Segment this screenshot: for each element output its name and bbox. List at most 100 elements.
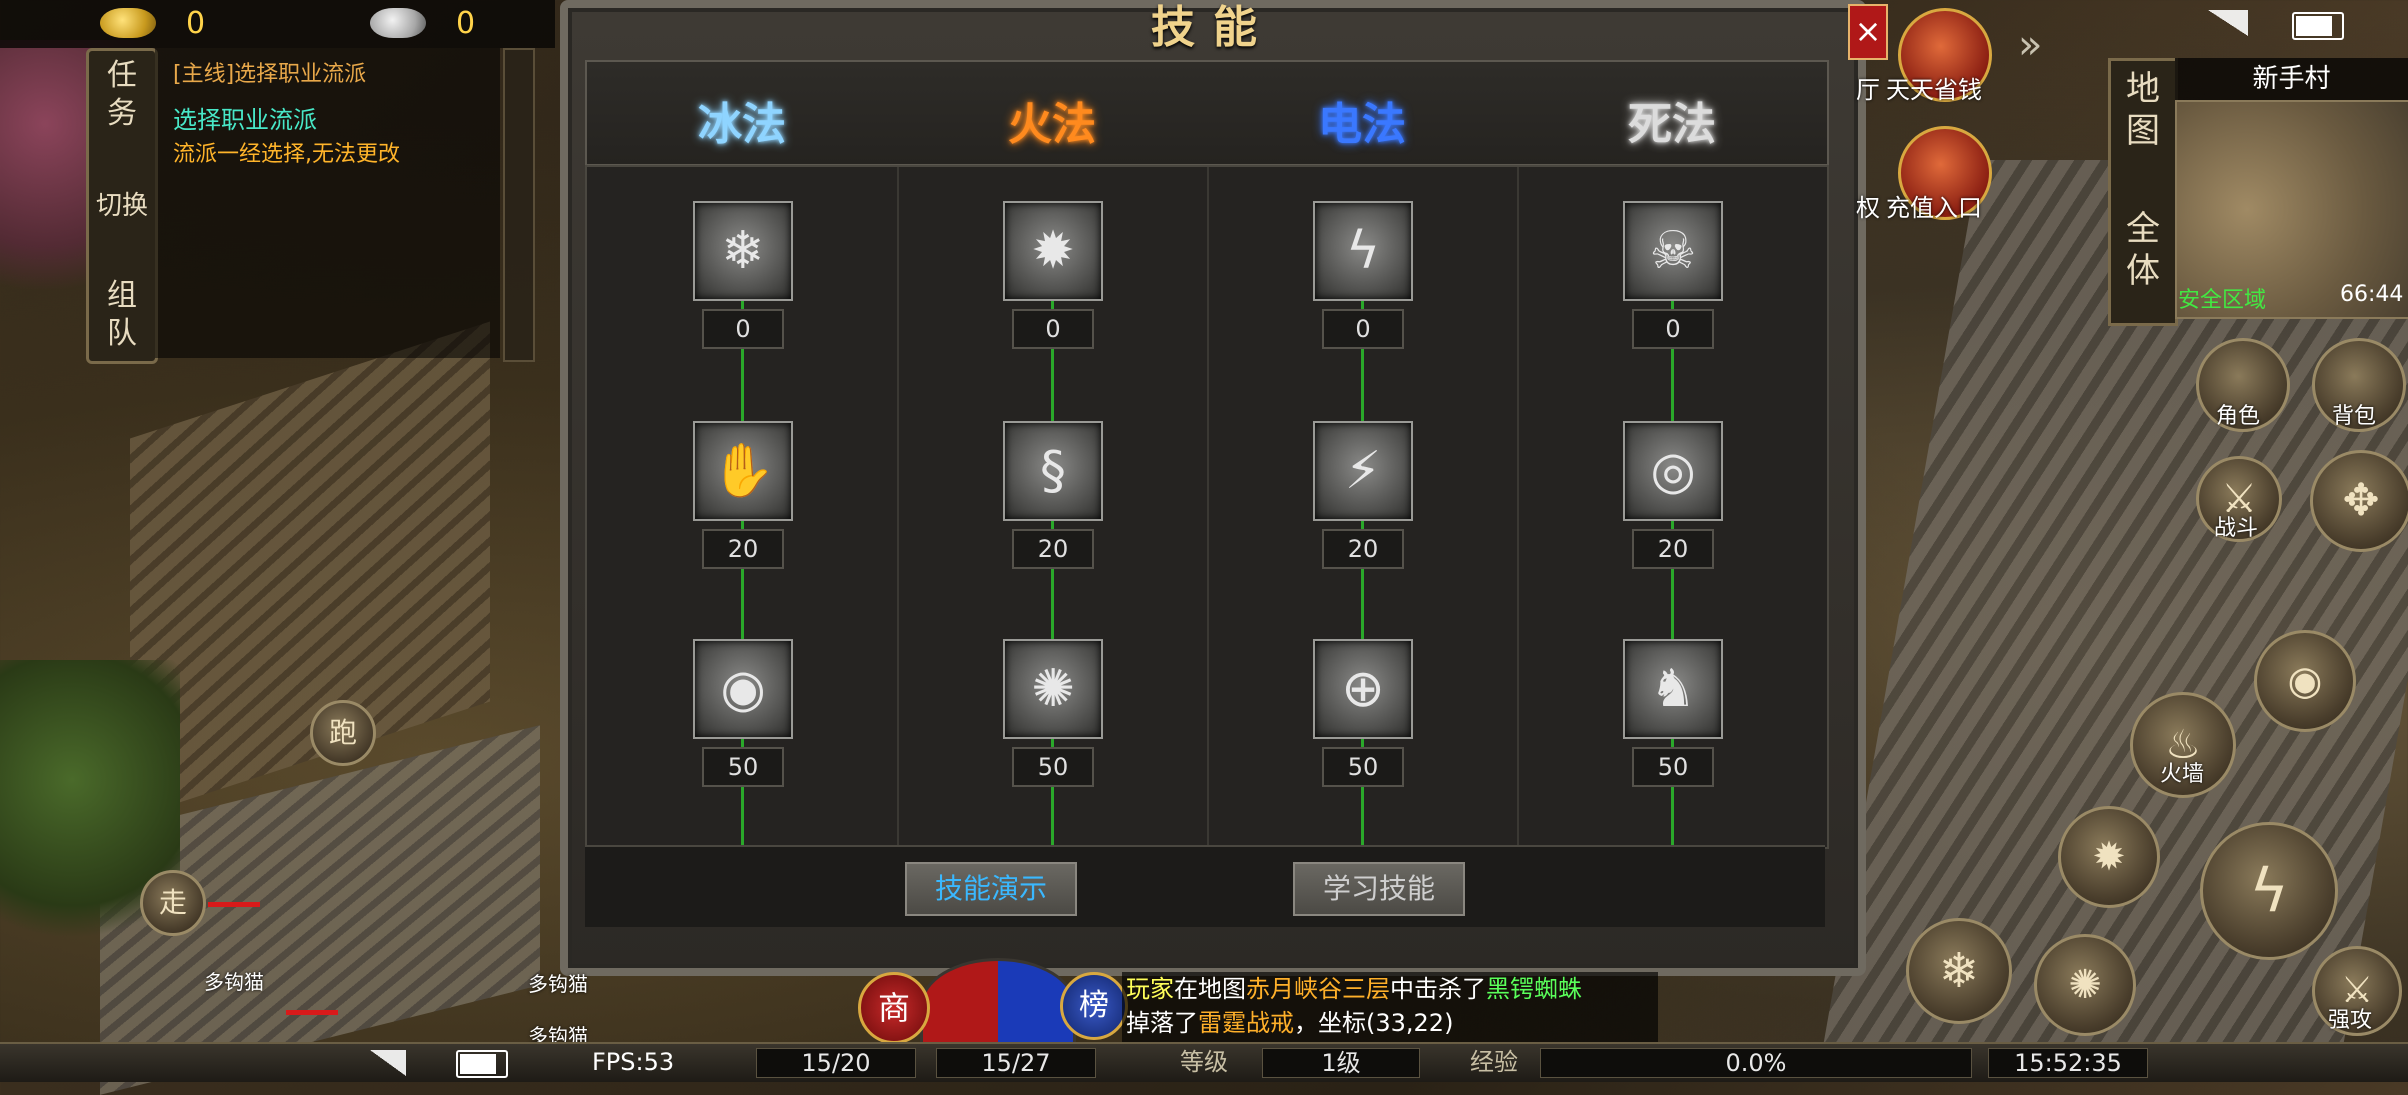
skill-required-level: 20 [702,529,784,569]
exp-value: 0.0% [1725,1049,1787,1077]
school-tab[interactable]: 死法 [1572,88,1772,152]
silver-coin-icon [370,8,426,38]
column-divider [1517,167,1519,847]
shop-button[interactable]: 商 [858,972,930,1044]
skill-required-level: 50 [702,747,784,787]
column-divider [1207,167,1209,847]
event-partial-label-2: 权 [1856,194,1880,222]
chat-segment: 在地图 [1174,975,1246,1003]
close-button[interactable]: × [1848,4,1888,60]
status-bar: FPS:53 15/20 15/27 等级 1级 经验 0.0% 15:52:3… [0,1042,2408,1082]
school-tabs: 冰法 火法 电法 死法 [585,60,1829,166]
chat-segment: 中击杀了 [1390,975,1486,1003]
ranking-button[interactable]: 榜 [1060,972,1128,1040]
ice-hand-icon[interactable]: ✋ [693,421,793,521]
skill-actions-bar: 技能演示 学习技能 [585,845,1825,927]
chat-line: 掉落了雷霆战戒，坐标(33,22) [1126,1006,1658,1040]
ice-skill-button[interactable]: ❄ [1906,918,2012,1024]
lightning-bolt-icon[interactable]: ϟ [1313,201,1413,301]
map-tab-char-2[interactable]: 图 [2111,111,2175,151]
team-tab-char-1[interactable]: 组 [89,277,155,315]
skill-required-level: 50 [1322,747,1404,787]
silver-amount: 0 [456,6,476,41]
quest-note: 流派一经选择,无法更改 [173,142,400,167]
quest-tracker[interactable]: [主线]选择职业流派 选择职业流派 流派一经选择,无法更改 [155,48,500,358]
shield-skill-button[interactable]: ◉ [2254,630,2356,732]
skill-demo-button[interactable]: 技能演示 [905,862,1077,916]
learn-skill-button[interactable]: 学习技能 [1293,862,1465,916]
summon-beast-icon[interactable]: ♞ [1623,639,1723,739]
gold-coin-icon [100,8,156,38]
hp-value: 15/20 [756,1048,916,1078]
chat-line: 玩家在地图赤月峡谷三层中击杀了黑锷蜘蛛 [1126,972,1658,1006]
enemy-hp-bar [286,1010,338,1015]
map-clock: 66:44 [2340,282,2404,307]
skull-icon[interactable]: ☠ [1623,201,1723,301]
walk-button[interactable]: 走 [140,870,206,936]
recharge-label: 充值入口 [1886,194,1982,222]
chat-segment: 掉落了 [1126,1009,1198,1037]
enemy-name-tag: 多钩猫 [204,970,264,994]
fire-rain-icon[interactable]: ✺ [1003,639,1103,739]
all-tab-char-2[interactable]: 体 [2111,251,2175,291]
eye-icon[interactable]: ◎ [1623,421,1723,521]
quest-side-tabs: 任 务 切换 组 队 [86,48,158,364]
skill-required-level: 20 [1632,529,1714,569]
school-tab[interactable]: 火法 [952,88,1152,152]
chat-segment: ，坐标(33,22) [1294,1009,1454,1037]
switch-tab[interactable]: 切换 [89,187,155,225]
hp-mp-orb [920,958,1076,1054]
chat-segment: 雷霆战戒 [1198,1009,1294,1037]
battery-icon [2292,12,2344,40]
enemy-hp-bar [208,902,260,907]
character-label: 角色 [2216,404,2261,429]
quest-objective[interactable]: 选择职业流派 [173,100,317,135]
fire-burst-skill-button[interactable]: ✹ [2058,806,2160,908]
mp-value: 15/27 [936,1048,1096,1078]
fps-counter: FPS:53 [592,1048,675,1076]
signal-icon [2208,10,2248,36]
level-label: 等级 [1180,1048,1228,1076]
strong-attack-label: 强攻 [2328,1008,2373,1033]
ice-shield-icon[interactable]: ◉ [693,639,793,739]
battery-icon [456,1050,508,1078]
daily-savings-label: 天天省钱 [1886,76,1982,104]
lightning-attack-button[interactable]: ϟ [2200,822,2338,960]
fire-swirl-icon[interactable]: § [1003,421,1103,521]
skill-required-level: 50 [1632,747,1714,787]
exp-bar: 0.0% [1540,1048,1972,1078]
skill-required-level: 20 [1012,529,1094,569]
level-value: 1级 [1262,1048,1420,1078]
skill-required-level: 0 [1012,309,1094,349]
quest-tab-char-1[interactable]: 任 [89,57,155,95]
all-tab-char-1[interactable]: 全 [2111,209,2175,249]
run-button[interactable]: 跑 [310,700,376,766]
fire-swirl-skill-button[interactable]: ✺ [2034,934,2136,1036]
quest-collapse-handle[interactable] [503,48,535,362]
window-title: 技能 [1151,2,1275,53]
bag-label: 背包 [2332,404,2377,429]
skill-required-level: 50 [1012,747,1094,787]
quest-title: [主线]选择职业流派 [173,62,367,87]
quest-tab-char-2[interactable]: 务 [89,95,155,133]
dpad-icon[interactable]: ✥ [2310,450,2408,552]
fire-burst-icon[interactable]: ✹ [1003,201,1103,301]
skill-required-level: 0 [702,309,784,349]
lightning-shield-icon[interactable]: ⊕ [1313,639,1413,739]
collapse-arrow-icon[interactable]: » [2018,22,2042,68]
enemy-name-tag: 多钩猫 [528,972,588,996]
system-chat[interactable]: 玩家在地图赤月峡谷三层中击杀了黑锷蜘蛛 掉落了雷霆战戒，坐标(33,22) [1122,972,1658,1042]
signal-icon [370,1050,406,1076]
team-tab-char-2[interactable]: 队 [89,315,155,353]
fire-wall-label: 火墙 [2160,762,2205,787]
event-partial-label-1: 厅 [1856,76,1880,104]
map-side-tabs: 地 图 全 体 [2108,58,2178,326]
school-tab[interactable]: 电法 [1262,88,1462,152]
ice-orb-icon[interactable]: ❄ [693,201,793,301]
column-divider [897,167,899,847]
school-tab[interactable]: 冰法 [642,88,842,152]
safe-zone-label: 安全区域 [2178,288,2267,313]
lightning-staff-icon[interactable]: ⚡ [1313,421,1413,521]
chat-segment: 玩家 [1126,975,1174,1003]
map-tab-char-1[interactable]: 地 [2111,69,2175,109]
